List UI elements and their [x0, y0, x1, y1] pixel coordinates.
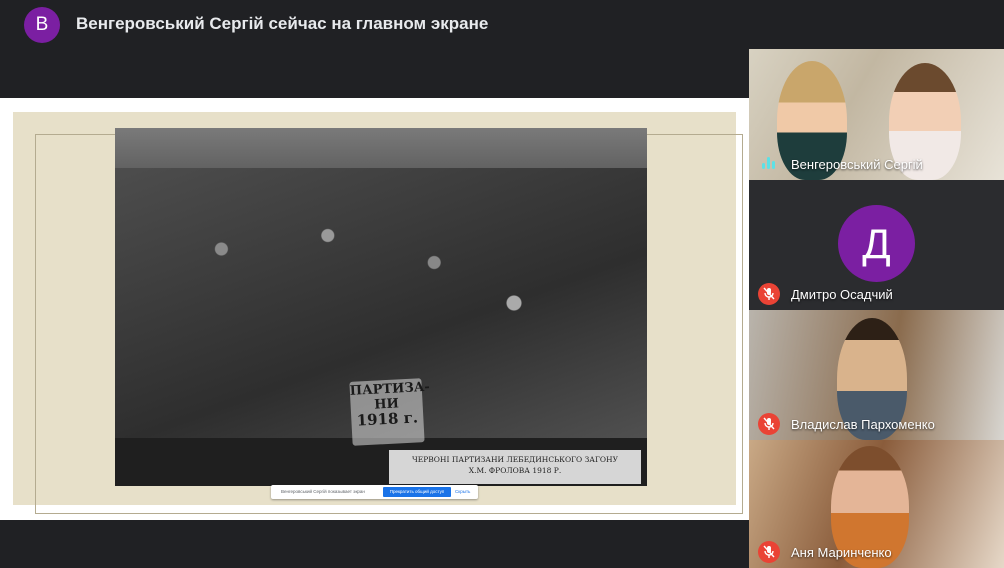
presentation-stage: ПАРТИЗА- НИ 1918 г. ЧЕРВОНІ ПАРТИЗАНИ ЛЕ…	[0, 98, 749, 520]
hide-share-bar-button[interactable]: Скрыть	[455, 489, 470, 494]
screen-share-bar: Венгеровський Сергій показывает экран Пр…	[271, 485, 478, 499]
participant-name: Аня Маринченко	[791, 545, 892, 560]
participant-tile[interactable]: Д Дмитро Осадчий	[749, 180, 1004, 310]
partisans-sign: ПАРТИЗА- НИ 1918 г.	[349, 378, 430, 446]
presenter-title: Венгеровський Сергій сейчас на главном э…	[76, 14, 489, 33]
historical-photo: ПАРТИЗА- НИ 1918 г. ЧЕРВОНІ ПАРТИЗАНИ ЛЕ…	[115, 128, 647, 486]
mic-off-icon	[758, 541, 780, 563]
stop-sharing-button[interactable]: Прекратить общий доступ	[383, 487, 451, 497]
participant-name: Владислав Пархоменко	[791, 417, 935, 432]
participant-tile[interactable]: Венгеровський Сергій	[749, 49, 1004, 180]
caption-plate: ЧЕРВОНІ ПАРТИЗАНИ ЛЕБЕДИНСЬКОГО ЗАГОНУ Х…	[389, 450, 641, 484]
share-status-text: Венгеровський Сергій показывает экран	[281, 489, 365, 494]
participant-name: Дмитро Осадчий	[791, 287, 893, 302]
mic-off-icon	[758, 413, 780, 435]
top-bar: В Венгеровський Сергій сейчас на главном…	[0, 0, 1004, 50]
participant-tile[interactable]: Аня Маринченко	[749, 440, 1004, 568]
plate-line1: ЧЕРВОНІ ПАРТИЗАНИ ЛЕБЕДИНСЬКОГО ЗАГОНУ	[411, 455, 619, 464]
plate-line2: Х.М. ФРОЛОВА 1918 Р.	[468, 466, 562, 475]
participant-tile[interactable]: Владислав Пархоменко	[749, 310, 1004, 440]
participant-avatar: Д	[838, 205, 915, 282]
participant-name: Венгеровський Сергій	[791, 157, 923, 172]
presenter-avatar: В	[24, 7, 60, 43]
sign-year: 1918 г.	[356, 408, 419, 430]
audio-level-icon	[762, 157, 778, 169]
mic-off-icon	[758, 283, 780, 305]
